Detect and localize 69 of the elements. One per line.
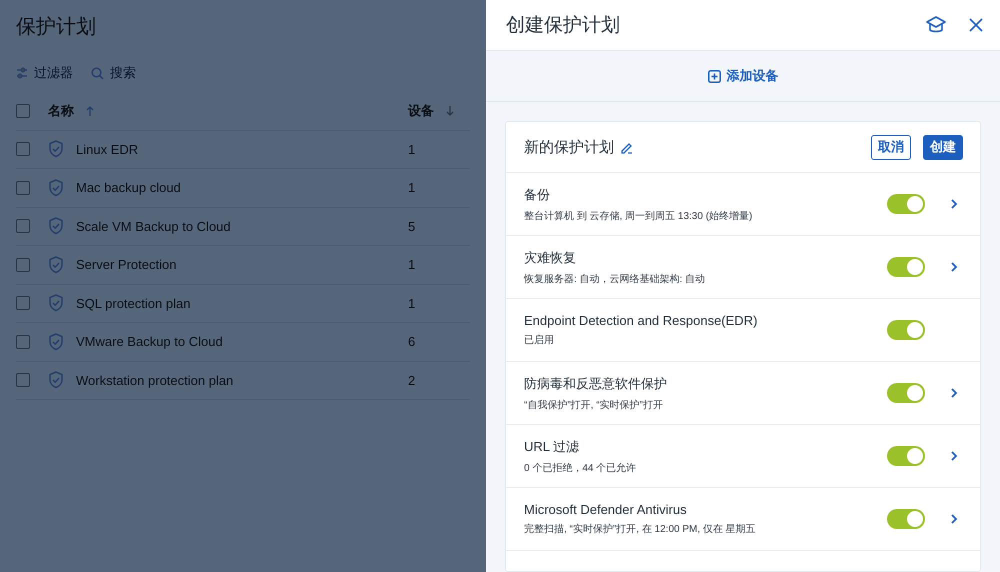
create-button[interactable]: 创建 — [923, 134, 963, 160]
device-count: 1 — [408, 296, 416, 311]
plan-name[interactable]: Workstation protection plan — [76, 372, 234, 388]
column-header[interactable]: 名称 — [48, 102, 74, 120]
toggle-switch[interactable] — [887, 194, 925, 214]
module-row[interactable]: Microsoft Defender Antivirus 完整扫描, “实时保护”打开, 在 12:00 PM, 仅在 星期五 — [506, 488, 980, 551]
module-row[interactable]: 备份 整台计算机 到 云存储, 周一到周五 13:30 (始终增量) — [506, 173, 980, 236]
sort-arrow-icon[interactable] — [86, 106, 94, 116]
device-count: 5 — [408, 218, 416, 234]
panel-title: 创建保护计划 — [506, 14, 621, 38]
device-count: 1 — [408, 142, 416, 157]
module-summary: 完整扫描, “实时保护”打开, 在 12:00 PM, 仅在 星期五 — [524, 522, 757, 536]
checkbox[interactable] — [16, 104, 30, 118]
module-summary: 整台计算机 到 云存储, 周一到周五 13:30 (始终增量) — [524, 210, 754, 222]
toggle-switch[interactable] — [887, 383, 925, 403]
toggle-switch[interactable] — [887, 509, 925, 529]
module-row[interactable]: URL 过滤 0 个已拒绝，44 个已允许 — [506, 425, 980, 488]
module-title: Endpoint Detection and Response(EDR) — [524, 313, 758, 328]
checkbox[interactable] — [16, 258, 30, 272]
module-row[interactable]: Endpoint Detection and Response(EDR) 已启用 — [506, 299, 980, 362]
module-summary: 0 个已拒绝，44 个已允许 — [524, 462, 638, 474]
checkbox[interactable] — [16, 180, 30, 195]
toggle-switch[interactable] — [887, 446, 925, 466]
device-count: 6 — [408, 334, 416, 350]
module-summary: “自我保护”打开, “实时保护”打开 — [524, 398, 664, 412]
shield-icon — [48, 294, 64, 312]
shield-icon — [48, 178, 64, 197]
module-summary: 已启用 — [524, 334, 555, 347]
add-device-button[interactable]: 添加设备 — [702, 66, 784, 86]
module-summary: 恢复服务器: 自动，云网络基础架构: 自动 — [524, 272, 706, 286]
toggle-switch[interactable] — [887, 320, 925, 340]
device-count: 1 — [408, 180, 416, 196]
shield-icon — [48, 371, 64, 390]
checkbox[interactable] — [16, 373, 30, 388]
checkbox[interactable] — [16, 219, 30, 234]
module-title: 备份 — [524, 186, 551, 204]
device-count: 1 — [408, 257, 416, 272]
sort-arrow-icon[interactable] — [446, 106, 454, 116]
plan-name[interactable]: VMware Backup to Cloud — [76, 334, 223, 350]
module-row[interactable]: 防病毒和反恶意软件保护 “自我保护”打开, “实时保护”打开 — [506, 362, 980, 425]
shield-icon — [48, 140, 64, 158]
plan-name[interactable]: Scale VM Backup to Cloud — [76, 218, 231, 234]
module-title: 灾难恢复 — [524, 248, 577, 266]
search-icon — [91, 66, 104, 80]
plan-name[interactable]: Server Protection — [76, 257, 176, 272]
filter-button[interactable]: 过滤器 — [16, 64, 73, 82]
module-row[interactable]: 灾难恢复 恢复服务器: 自动，云网络基础架构: 自动 — [506, 236, 980, 299]
plus-square-icon — [708, 70, 720, 82]
module-title: 防病毒和反恶意软件保护 — [524, 374, 668, 392]
device-count: 2 — [408, 372, 416, 388]
pencil-icon[interactable] — [620, 140, 633, 154]
filter-icon — [16, 67, 28, 79]
module-title: URL 过滤 — [524, 438, 580, 456]
search-button[interactable]: 搜索 — [91, 64, 136, 82]
column-header[interactable]: 设备 — [408, 102, 434, 120]
plan-name[interactable]: SQL protection plan — [76, 296, 190, 311]
checkbox[interactable] — [16, 334, 30, 349]
shield-icon — [48, 217, 64, 236]
cancel-button[interactable]: 取消 — [871, 134, 911, 160]
plan-name[interactable]: Mac backup cloud — [76, 180, 181, 196]
shield-icon — [48, 332, 64, 351]
checkbox[interactable] — [16, 142, 30, 156]
plan-name[interactable]: Linux EDR — [76, 142, 138, 157]
plan-name: 新的保护计划 — [524, 138, 614, 156]
shield-icon — [48, 256, 64, 274]
module-title: Microsoft Defender Antivirus — [524, 502, 688, 517]
toggle-switch[interactable] — [887, 257, 925, 277]
checkbox[interactable] — [16, 296, 30, 310]
page-title: 保护计划 — [16, 15, 97, 40]
